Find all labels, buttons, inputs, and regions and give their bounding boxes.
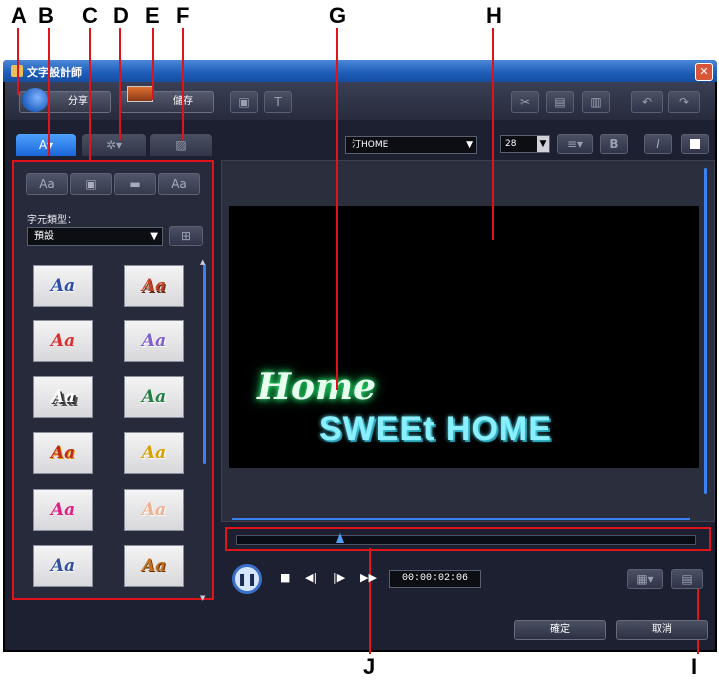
preset-thumbnail[interactable]: Aa [124,320,184,362]
insert-image-icon[interactable]: ▣ [230,91,258,113]
fast-forward-icon[interactable]: ▶▶ [360,571,377,584]
callout-i: I [691,654,698,679]
callout-e: E [145,3,160,28]
font-name-select[interactable]: 汀HOME ▼ [345,136,477,154]
ok-button[interactable]: 確定 [514,620,606,640]
border-style-button[interactable]: ▬ [114,173,156,195]
close-icon[interactable]: ✕ [695,63,713,81]
tab-font[interactable]: A▾ [16,134,76,156]
preview-vscrollbar[interactable] [704,168,707,494]
pause-button[interactable]: ❚❚ [232,564,262,594]
callout-line-d [119,28,121,140]
shadow-style-button[interactable]: ▣ [70,173,112,195]
cut-icon[interactable]: ✂ [511,91,539,113]
callout-g: G [329,3,347,28]
callout-line-a [17,28,19,95]
timeline-playhead[interactable] [336,533,344,543]
chevron-down-icon: ▼ [537,136,549,152]
align-icon[interactable]: ≡▾ [557,134,593,154]
color-swatch-button[interactable] [681,134,709,154]
font-size-select[interactable]: 28 ▼ [500,135,550,153]
callout-c: C [82,3,98,28]
chevron-down-icon: ▼ [150,231,158,242]
preset-thumbnail[interactable]: Aa [33,376,93,418]
preset-value: 預設 [34,231,54,242]
callout-d: D [113,3,129,28]
paste-icon[interactable]: ▥ [582,91,610,113]
font-style-aa-button[interactable]: Aa [26,173,68,195]
save-icon [127,86,153,102]
callout-line-c [89,28,91,162]
callout-line-f [182,28,184,140]
tab-background[interactable]: ▨ [150,134,212,156]
preset-thumbnail[interactable]: Aa [124,545,184,587]
preset-thumbnail[interactable]: Aa [33,432,93,474]
timecode-display: 00:00:02:06 [389,570,481,588]
preview-canvas: Home SWEEt HOME [229,206,699,468]
tab-particle[interactable]: ✲▾ [82,134,146,156]
save-button[interactable]: 儲存 [120,86,214,113]
next-frame-icon[interactable]: |▶ [333,571,345,584]
preset-thumbnail[interactable]: Aa [33,320,93,362]
preset-thumbnail[interactable]: Aa [124,489,184,531]
callout-j: J [363,654,376,679]
scroll-down-icon[interactable]: ▼ [200,594,205,602]
bold-button[interactable]: B [600,134,628,154]
preset-select[interactable]: 預設 ▼ [27,227,163,246]
font-name-value: 汀HOME [352,140,389,150]
preset-thumbnail[interactable]: Aa [33,489,93,531]
callout-line-b [48,28,50,156]
outline-style-button[interactable]: Aa [158,173,200,195]
share-button[interactable]: 分享 [19,88,111,113]
share-icon [22,88,48,112]
callout-line-g [336,28,338,390]
preset-thumbnail[interactable]: Aa [124,376,184,418]
preview-line-1: Home [257,366,377,408]
callout-line-e [152,28,154,100]
toolbar: 分享 儲存 ▣ T ✂ ▤ ▥ ↶ ↷ [5,82,715,120]
italic-button[interactable]: I [644,134,672,154]
title-bar: 文字設計師 ✕ [3,60,717,82]
save-preset-icon[interactable]: ⊞ [169,226,203,246]
prev-frame-icon[interactable]: ◀| [305,571,317,584]
preset-thumbnail[interactable]: Aa [124,432,184,474]
chevron-down-icon: ▼ [466,140,473,150]
cancel-button[interactable]: 取消 [616,620,708,640]
preset-scrollbar[interactable] [203,264,206,464]
share-label: 分享 [68,96,88,107]
white-swatch [690,139,700,149]
font-size-value: 28 [505,139,517,149]
preset-label: 字元類型： [27,215,77,226]
callout-line-j [369,548,371,654]
callout-a: A [11,3,27,28]
insert-text-icon[interactable]: T [264,91,292,113]
callout-b: B [38,3,54,28]
callout-line-h [492,28,494,240]
preview-hscrollbar[interactable] [232,518,690,520]
stop-icon[interactable]: ■ [280,571,290,584]
undo-icon[interactable]: ↶ [631,91,663,113]
preset-thumbnail[interactable]: Aa [33,265,93,307]
redo-icon[interactable]: ↷ [668,91,700,113]
copy-icon[interactable]: ▤ [546,91,574,113]
window-title: 文字設計師 [27,66,82,79]
grid-icon[interactable]: ▤ [671,569,703,589]
preview-line-2: SWEEt HOME [319,410,552,448]
preset-thumbnail[interactable]: Aa [124,265,184,307]
timeline-track[interactable] [236,535,696,545]
callout-f: F [176,3,190,28]
safe-zone-icon[interactable]: ▦▾ [627,569,663,589]
preset-thumbnail[interactable]: Aa [33,545,93,587]
callout-h: H [486,3,502,28]
scroll-up-icon[interactable]: ▲ [200,258,205,266]
